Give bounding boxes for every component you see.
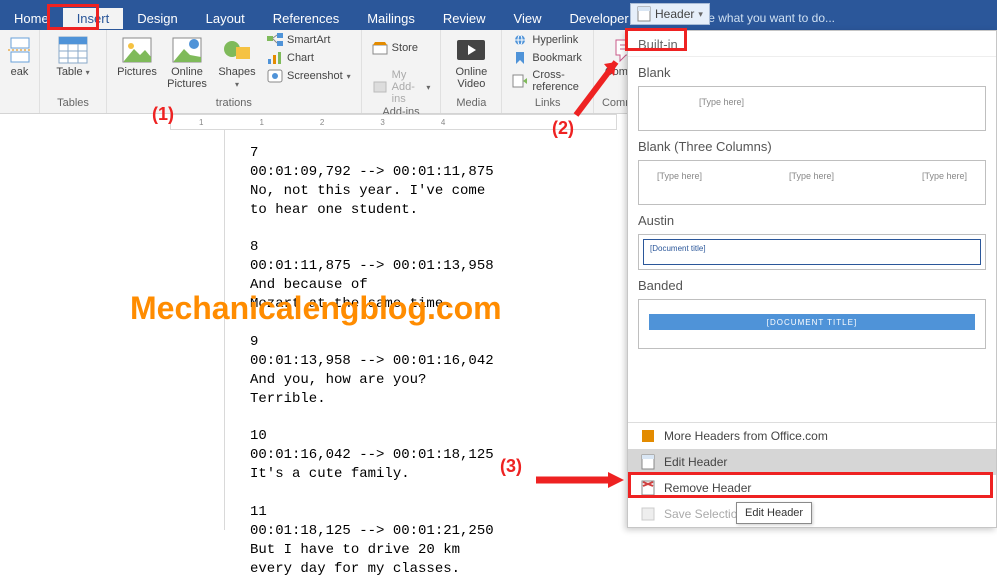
header-button[interactable]: Header ▾ [630,3,710,25]
smartart-button[interactable]: SmartArt [265,32,353,48]
remove-header-item[interactable]: Remove Header [628,475,996,501]
smartart-icon [267,33,283,47]
group-links: Links [535,97,561,111]
tab-insert[interactable]: Insert [63,8,124,29]
cross-reference-button[interactable]: Cross-reference [510,68,585,94]
table-icon [57,34,89,66]
tab-home[interactable]: Home [0,8,63,29]
tab-design[interactable]: Design [123,8,191,29]
tab-view[interactable]: View [500,8,556,29]
online-pictures-icon [171,34,203,66]
online-video-icon [455,34,487,66]
chevron-down-icon: ▾ [698,9,703,20]
chevron-down-icon: ▾ [235,80,239,89]
edit-header-item[interactable]: Edit Header [628,449,996,475]
tab-references[interactable]: References [259,8,353,29]
header-icon [637,6,651,22]
hyperlink-icon [512,33,528,47]
store-button[interactable]: Store [370,40,433,56]
header-gallery-blank[interactable]: Blank [638,65,986,80]
header-gallery-banded[interactable]: Banded [638,278,986,293]
chart-icon [267,51,283,65]
shapes-button[interactable]: Shapes ▾ [215,32,259,92]
chevron-down-icon: ▾ [86,68,90,77]
pictures-button[interactable]: Pictures [115,32,159,80]
cross-reference-icon [512,74,528,88]
tab-mailings[interactable]: Mailings [353,8,429,29]
page-break-icon [4,34,36,66]
header-preview-austin[interactable]: [Document title] [638,234,986,270]
addins-icon [372,80,388,94]
ribbon-tabs: Home Insert Design Layout References Mai… [0,6,997,30]
tab-layout[interactable]: Layout [192,8,259,29]
bookmark-icon [512,51,528,65]
edit-header-icon [640,454,656,470]
document-body-text[interactable]: 7 00:01:09,792 --> 00:01:11,875 No, not … [250,144,494,578]
chevron-down-icon: ▾ [347,72,351,81]
horizontal-ruler[interactable]: 1 1 2 3 4 [170,114,617,130]
bookmark-button[interactable]: Bookmark [510,50,585,66]
group-illustrations: trations [216,97,252,111]
online-video-button[interactable]: Online Video [449,32,493,92]
header-preview-banded[interactable]: [DOCUMENT TITLE] [638,299,986,349]
header-dropdown-panel: Header ▾ Built-in Blank [Type here] Blan… [627,30,997,528]
save-selection-icon [640,506,656,522]
shapes-icon [221,34,253,66]
table-button[interactable]: Table ▾ [48,32,98,80]
pictures-icon [121,34,153,66]
header-preview-blank[interactable]: [Type here] [638,86,986,131]
group-media: Media [456,97,486,111]
my-addins-button[interactable]: My Add-ins ▾ [370,68,433,106]
header-preview-blank-three[interactable]: [Type here] [Type here] [Type here] [638,160,986,205]
header-gallery-austin[interactable]: Austin [638,213,986,228]
office-icon [640,428,656,444]
group-tables: Tables [57,97,89,111]
chart-button[interactable]: Chart [265,50,353,66]
chevron-down-icon: ▾ [426,83,430,92]
store-icon [372,41,388,55]
online-pictures-button[interactable]: Online Pictures [165,32,209,92]
page-break-partial[interactable]: eak [3,32,37,80]
header-gallery-section-builtin: Built-in [628,31,996,57]
tooltip-edit-header: Edit Header [736,502,812,524]
hyperlink-button[interactable]: Hyperlink [510,32,585,48]
more-headers-item[interactable]: More Headers from Office.com [628,423,996,449]
screenshot-button[interactable]: Screenshot ▾ [265,68,353,84]
header-gallery-blank-three[interactable]: Blank (Three Columns) [638,139,986,154]
screenshot-icon [267,69,283,83]
remove-header-icon [640,480,656,496]
tab-review[interactable]: Review [429,8,500,29]
